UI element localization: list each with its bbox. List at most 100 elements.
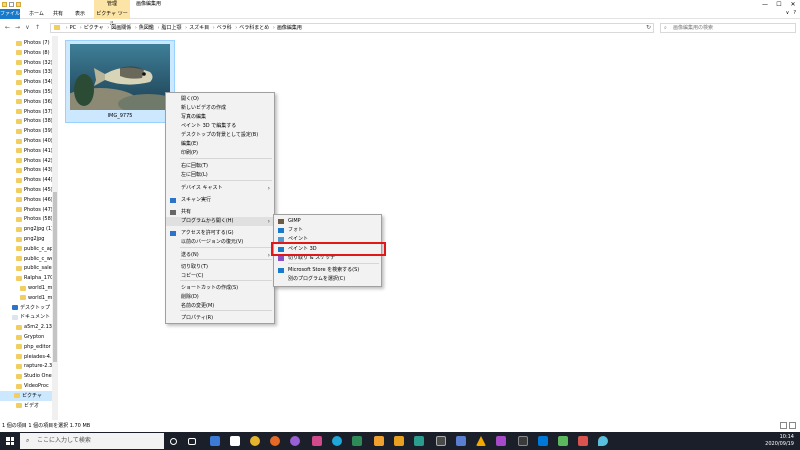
nav-item[interactable]: ピクチャ — [0, 390, 56, 401]
app-icon[interactable] — [290, 436, 300, 446]
nav-item[interactable]: Photos (32) — [16, 58, 53, 68]
chrome-icon[interactable] — [250, 436, 260, 446]
nav-item[interactable]: Photos (58) — [16, 214, 53, 224]
nav-item[interactable]: Photos (39) — [16, 126, 53, 136]
menu-item-new-video[interactable]: 新しいビデオの作成 — [166, 104, 274, 113]
menu-item-edit-paint3d[interactable]: ペイント 3D で編集する — [166, 122, 274, 131]
tab-file[interactable]: ファイル — [0, 9, 20, 19]
nav-item[interactable]: pleiades-4. — [16, 352, 52, 362]
tab-picture-tools[interactable]: ピクチャ ツール — [94, 9, 130, 27]
home-icon[interactable] — [230, 436, 240, 446]
manage-tab[interactable]: 管理 — [94, 0, 130, 9]
nav-item[interactable]: Photos (38) — [16, 116, 53, 126]
menu-item-cut[interactable]: 切り取り(T) — [166, 263, 274, 272]
system-clock[interactable]: 10:14 2020/09/19 — [765, 434, 794, 448]
app-icon[interactable] — [312, 436, 322, 446]
menu-item-copy[interactable]: コピー(C) — [166, 272, 274, 281]
large-icons-view-icon[interactable] — [789, 422, 796, 429]
file-item[interactable]: IMG_9775 — [65, 40, 175, 123]
nav-item[interactable]: Photos (41) — [16, 146, 53, 156]
menu-item-create-shortcut[interactable]: ショートカットの作成(S) — [166, 284, 274, 293]
menu-item-restore-versions[interactable]: 以前のバージョンの復元(V) — [166, 238, 274, 247]
nav-item[interactable]: public_c_wc — [16, 254, 54, 264]
file-name[interactable]: IMG_9775 — [66, 113, 174, 119]
nav-item[interactable]: Grypton — [16, 332, 44, 342]
breadcrumb-item[interactable]: ベラ科 — [217, 25, 232, 31]
nav-item[interactable]: Photos (42) — [16, 156, 53, 166]
menu-item-give-access[interactable]: アクセスを許可する(G) — [166, 229, 274, 238]
nav-item[interactable]: ドキュメント — [12, 312, 50, 322]
nav-item[interactable]: Studio One — [16, 371, 52, 381]
submenu-item-choose-other[interactable]: 別のプログラムを選択(C) — [274, 275, 381, 284]
breadcrumb-item[interactable]: 画像編集用 — [277, 25, 302, 31]
nav-item[interactable]: Photos (43) — [16, 165, 53, 175]
menu-item-send-to[interactable]: 送る(N) › — [166, 251, 274, 260]
nav-item[interactable]: Photos (33) — [16, 67, 53, 77]
minimize-button[interactable]: — — [758, 0, 772, 9]
vlc-icon[interactable] — [476, 436, 486, 446]
folder-icon[interactable] — [374, 436, 384, 446]
menu-item-properties[interactable]: プロパティ(R) — [166, 314, 274, 323]
menu-item-share[interactable]: 共有 — [166, 208, 274, 217]
nav-item[interactable]: Photos (35) — [16, 87, 53, 97]
menu-item-delete[interactable]: 削除(D) — [166, 293, 274, 302]
forward-button[interactable]: → — [14, 24, 21, 31]
app-icon[interactable] — [456, 436, 466, 446]
tab-share[interactable]: 共有 — [50, 9, 66, 19]
address-bar[interactable]: › PC › ピクチャ › 図画關係 › 魚図鑑 › 脂口上颚 › スズキ目 › ベラ科 › ベ… — [50, 23, 654, 33]
nav-item[interactable]: Photos (44) — [16, 175, 53, 185]
app-icon[interactable] — [558, 436, 568, 446]
menu-item-rotate-right[interactable]: 右に回転(T) — [166, 162, 274, 171]
nav-item[interactable]: png2jpg (1) — [16, 224, 53, 234]
app-icon[interactable] — [538, 436, 548, 446]
task-view-icon[interactable] — [188, 438, 196, 445]
breadcrumb-item[interactable]: スズキ目 — [189, 25, 209, 31]
explorer-icon[interactable] — [210, 436, 220, 446]
new-folder-icon[interactable] — [16, 2, 21, 7]
menu-item-rename[interactable]: 名前の変更(M) — [166, 302, 274, 311]
menu-item-open[interactable]: 開く(O) — [166, 95, 274, 104]
breadcrumb-item[interactable]: 魚図鑑 — [139, 25, 154, 31]
menu-item-open-with[interactable]: プログラムから開く(H) › — [166, 217, 274, 226]
app-icon[interactable] — [578, 436, 588, 446]
menu-item-edit-photo[interactable]: 写真の編集 — [166, 113, 274, 122]
nav-item[interactable]: Ralpha_170 — [16, 273, 53, 283]
nav-item[interactable]: Photos (46) — [16, 195, 53, 205]
nav-item[interactable]: Photos (45) — [16, 185, 53, 195]
menu-item-set-desktop-bg[interactable]: デスクトップの背景として設定(B) — [166, 131, 274, 140]
breadcrumb-item[interactable]: 脂口上颚 — [161, 25, 181, 31]
help-icon[interactable]: ? — [793, 10, 796, 16]
app-icon[interactable] — [518, 436, 528, 446]
app-icon[interactable] — [414, 436, 424, 446]
tab-view[interactable]: 表示 — [72, 9, 88, 19]
expand-ribbon-icon[interactable]: ∨ — [786, 10, 790, 16]
app-icon[interactable] — [496, 436, 506, 446]
paint3d-icon[interactable] — [598, 436, 608, 446]
breadcrumb-item[interactable]: 図画關係 — [111, 25, 131, 31]
refresh-button[interactable]: ↻ — [646, 24, 651, 31]
nav-item[interactable]: rapture-2.3 — [16, 361, 52, 371]
nav-item[interactable]: Photos (36) — [16, 97, 53, 107]
up-button[interactable]: ↑ — [34, 24, 41, 31]
nav-item[interactable]: public_c_ap — [16, 244, 53, 254]
nav-item[interactable]: Photos (7) — [16, 38, 50, 48]
windows-start-icon[interactable] — [6, 437, 14, 445]
app-icon[interactable] — [394, 436, 404, 446]
back-button[interactable]: ← — [4, 24, 11, 31]
menu-item-device-cast[interactable]: デバイス キャスト › — [166, 184, 274, 193]
tab-home[interactable]: ホーム — [26, 9, 47, 19]
close-button[interactable]: ✕ — [786, 0, 800, 9]
taskbar-search-input[interactable]: ⌕ ここに入力して検索 — [20, 433, 164, 449]
nav-scrollbar-thumb[interactable] — [53, 192, 57, 362]
app-icon[interactable] — [436, 436, 446, 446]
menu-item-scan[interactable]: スキャン実行 — [166, 196, 274, 205]
recent-locations-button[interactable]: ∨ — [24, 24, 31, 31]
firefox-icon[interactable] — [270, 436, 280, 446]
properties-icon[interactable] — [9, 2, 14, 7]
nav-item[interactable]: a5m2_2.13. — [16, 322, 54, 332]
menu-item-edit[interactable]: 編集(E) — [166, 140, 274, 149]
submenu-item-photos[interactable]: フォト — [274, 226, 381, 235]
app-icon[interactable] — [352, 436, 362, 446]
nav-item[interactable]: Photos (37) — [16, 107, 53, 117]
nav-item[interactable]: デスクトップ — [12, 303, 50, 313]
